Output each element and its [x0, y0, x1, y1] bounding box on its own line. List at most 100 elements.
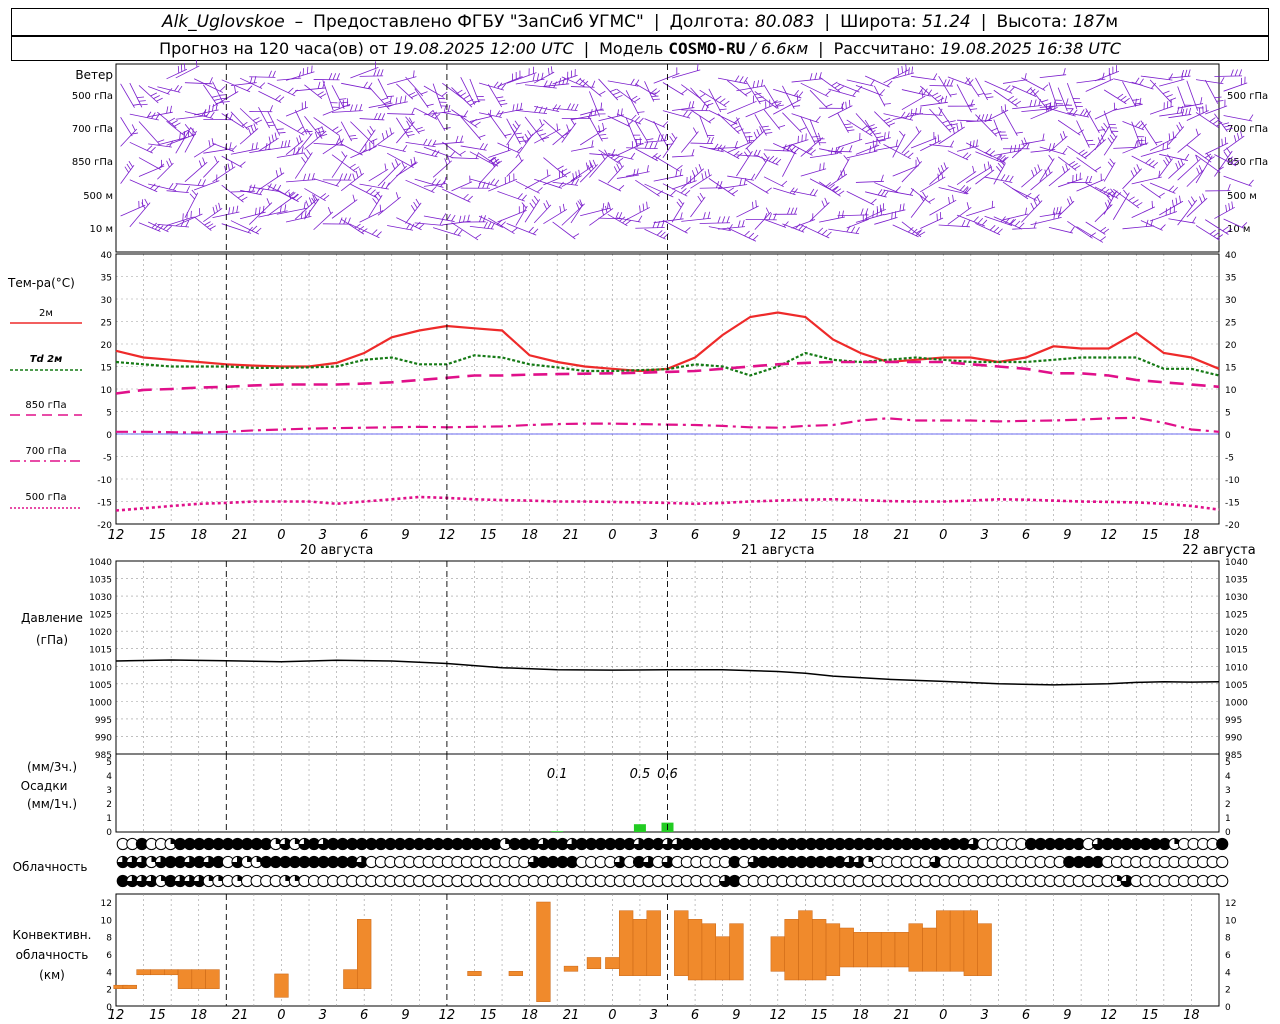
- wind-barb: [414, 222, 443, 226]
- wind-barb: [819, 216, 845, 223]
- wind-barb-feather: [520, 102, 523, 110]
- wind-barb-feather: [701, 173, 704, 181]
- time-axis-bottom: 12 15 18 21 0 3 6 9 12 15 18 21 0 3 6 9 12 15 18 21 0 3 6 9 12 15…: [108, 1008, 1200, 1023]
- wind-barb-feather: [512, 104, 515, 112]
- wind-barb-feather: [352, 194, 356, 202]
- wind-barb-feather: [559, 205, 562, 213]
- wind-barb-feather: [302, 68, 305, 76]
- wind-barb-feather: [707, 136, 711, 144]
- hour-tick-label: 3: [650, 528, 658, 543]
- convective-bar: [977, 923, 992, 976]
- wind-barb: [1131, 176, 1162, 185]
- wind-barb: [690, 196, 706, 218]
- hour-tick-label: 21: [232, 528, 249, 543]
- wind-barb-feather: [1132, 199, 1139, 204]
- wind-barb-feather: [521, 194, 527, 201]
- wind-barb-feather: [1101, 126, 1106, 133]
- wind-barb-feather: [411, 107, 415, 115]
- wind-barb-feather: [219, 94, 227, 96]
- wind-barb: [267, 196, 294, 217]
- wind-barb-feather: [819, 163, 821, 171]
- wind-barb-feather: [660, 231, 666, 237]
- wind-barb: [1122, 225, 1155, 230]
- wind-barb-feather: [905, 112, 910, 119]
- wind-barb-feather: [250, 125, 254, 133]
- wind-barb-feather: [915, 126, 920, 133]
- wind-barb-feather: [973, 216, 979, 223]
- hour-tick-label: 0: [939, 528, 947, 543]
- wind-barb: [515, 110, 548, 115]
- wind-barb-feather: [1004, 85, 1011, 91]
- wind-barb: [1030, 171, 1053, 191]
- wind-barb-feather: [883, 103, 891, 105]
- convective-bar: [784, 919, 799, 981]
- pressure-tick-right: 1035: [1225, 576, 1248, 586]
- wind-barb-feather: [255, 142, 258, 150]
- wind-barb: [653, 121, 669, 148]
- wind-barb: [433, 141, 464, 145]
- wind-barb-feather: [600, 102, 603, 110]
- wind-barb-feather: [1185, 108, 1188, 116]
- wind-barb-feather: [793, 90, 799, 97]
- wind-barb: [1021, 77, 1046, 91]
- wind-barb: [644, 140, 667, 143]
- wind-barb-feather: [986, 96, 994, 99]
- convective-bar: [839, 927, 854, 968]
- wind-barb-feather: [910, 108, 913, 116]
- wind-barb-feather: [921, 90, 924, 98]
- wind-barb-feather: [478, 134, 486, 138]
- wind-barb: [920, 217, 944, 229]
- wind-barb-feather: [646, 165, 649, 173]
- wind-barb-feather: [279, 167, 282, 175]
- wind-barb: [782, 85, 795, 109]
- wind-barb-feather: [532, 74, 535, 82]
- wind-barb: [1204, 79, 1219, 104]
- convective-panel: 12 1210 108 86 64 42 20 0 Конвективн. облачност…: [13, 893, 1237, 1013]
- hour-tick-label: 18: [521, 1008, 538, 1023]
- wind-barb-feather: [625, 220, 632, 225]
- wind-barb-feather: [376, 231, 382, 237]
- day-label: 22 августа: [1182, 543, 1256, 558]
- wind-barb-feather: [1018, 143, 1021, 152]
- wind-barb: [1223, 115, 1253, 122]
- wind-barb-feather: [566, 124, 570, 132]
- wind-barb-feather: [907, 226, 914, 233]
- wind-barb-feather: [1123, 189, 1129, 196]
- convective-bar: [936, 910, 951, 972]
- wind-barb: [653, 155, 680, 172]
- wind-level-label: 500 гПа: [72, 91, 113, 102]
- wind-barb-feather: [253, 123, 257, 131]
- wind-barb-feather: [395, 192, 399, 200]
- wind-barb-feather: [1152, 161, 1159, 168]
- wind-barb: [938, 126, 966, 145]
- hour-tick-label: 15: [811, 1008, 828, 1023]
- wind-barb-feather: [126, 163, 132, 171]
- wind-barb: [1177, 199, 1198, 226]
- convective-bar: [922, 927, 937, 972]
- wind-barb-feather: [634, 116, 641, 122]
- wind-barb-feather: [363, 81, 368, 88]
- wind-barb-feather: [211, 95, 219, 98]
- wind-barb-feather: [527, 130, 532, 137]
- wind-barb-feather: [359, 104, 363, 111]
- wind-barb-feather: [410, 204, 416, 212]
- wind-barb-feather: [1130, 170, 1135, 177]
- wind-barb-feather: [215, 204, 218, 212]
- convective-bar: [122, 984, 137, 989]
- wind-barb-feather: [516, 136, 524, 139]
- wind-barb-feather: [495, 110, 501, 117]
- wind-barb-feather: [1014, 220, 1021, 227]
- wind-barb-feather: [602, 203, 605, 211]
- wind-barb-feather: [944, 95, 948, 103]
- wind-barb-feather: [961, 219, 966, 227]
- wind-barb-feather: [948, 196, 950, 205]
- wind-barb: [1149, 105, 1174, 115]
- wind-barb-feather: [474, 121, 481, 127]
- wind-barb-feather: [991, 200, 994, 208]
- wind-barb-feather: [251, 143, 254, 151]
- wind-barb-feather: [381, 181, 386, 189]
- wind-barb: [1168, 114, 1192, 119]
- wind-barb-feather: [698, 164, 702, 171]
- wind-barb-feather: [755, 200, 757, 208]
- convective-bar: [136, 969, 151, 976]
